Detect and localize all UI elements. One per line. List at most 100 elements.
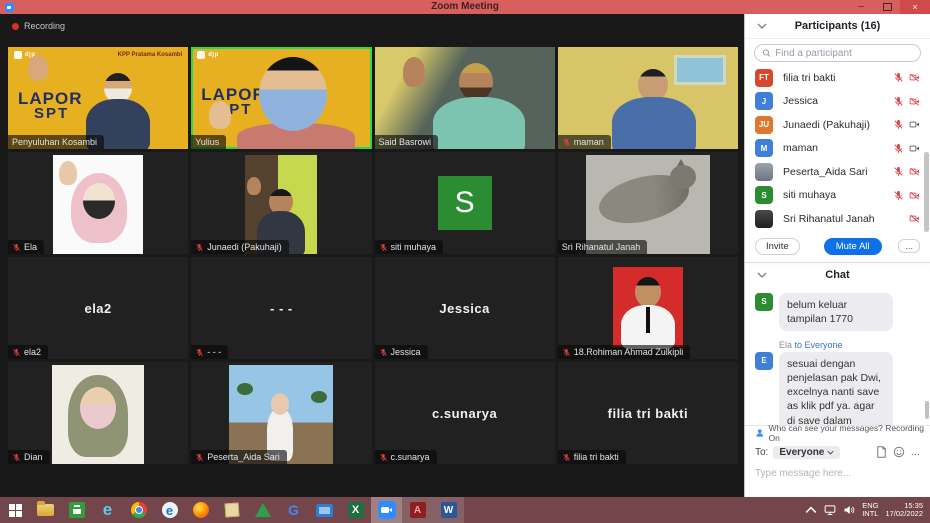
taskbar-file-explorer[interactable] bbox=[30, 497, 61, 523]
tile-display-name: c.sunarya bbox=[375, 362, 555, 464]
chevron-down-icon[interactable] bbox=[757, 23, 767, 29]
taskbar-zoom-active[interactable] bbox=[371, 497, 402, 523]
word-icon: W bbox=[441, 502, 457, 518]
more-options-button[interactable]: ... bbox=[898, 239, 920, 253]
taskbar-firefox[interactable] bbox=[185, 497, 216, 523]
chat-title: Chat bbox=[825, 269, 849, 281]
recipient-dropdown[interactable]: Everyone bbox=[773, 446, 840, 459]
djp-logo-icon: djp bbox=[197, 51, 219, 59]
chat-scrollbar[interactable] bbox=[925, 401, 929, 419]
muted-mic-icon bbox=[12, 453, 21, 462]
participant-name: filia tri bakti bbox=[783, 72, 836, 84]
notes-icon bbox=[224, 503, 239, 518]
taskbar-acrobat[interactable]: A bbox=[402, 497, 433, 523]
taskbar-remote-desktop[interactable] bbox=[309, 497, 340, 523]
avatar: JU bbox=[755, 116, 773, 134]
video-tile[interactable]: maman bbox=[558, 47, 738, 149]
video-tile[interactable]: ela2 ela2 bbox=[8, 257, 188, 359]
speaker-icon[interactable] bbox=[843, 504, 855, 516]
taskbar-microsoft-store[interactable] bbox=[61, 497, 92, 523]
video-tile[interactable]: Sri Rihanatul Janah bbox=[558, 152, 738, 254]
maximize-button[interactable] bbox=[874, 0, 900, 14]
minimize-button[interactable]: – bbox=[848, 0, 874, 14]
tile-display-name: - - - bbox=[191, 257, 371, 359]
taskbar-notes[interactable] bbox=[216, 497, 247, 523]
video-tile[interactable]: c.sunarya c.sunarya bbox=[375, 362, 555, 464]
video-tile[interactable]: 18.Rohiman Ahmad Zulkipli bbox=[558, 257, 738, 359]
participant-row[interactable]: Sri Rihanatul Janah bbox=[745, 207, 930, 231]
picture-frame bbox=[674, 55, 726, 85]
start-button[interactable] bbox=[0, 497, 30, 523]
taskbar-internet-explorer[interactable]: e bbox=[92, 497, 123, 523]
close-button[interactable]: × bbox=[900, 0, 930, 14]
mute-all-button[interactable]: Mute All bbox=[824, 238, 882, 255]
network-icon[interactable] bbox=[824, 504, 836, 516]
search-input[interactable] bbox=[775, 48, 913, 59]
file-explorer-icon bbox=[37, 504, 54, 516]
video-tile[interactable]: Ela bbox=[8, 152, 188, 254]
drive-icon bbox=[255, 503, 271, 517]
tile-name-label: siti muhaya bbox=[375, 240, 444, 254]
video-tile[interactable]: Said Basrowi bbox=[375, 47, 555, 149]
chat-sender-header: Ela to Everyone bbox=[779, 340, 922, 350]
chevron-down-icon[interactable] bbox=[757, 272, 767, 278]
chat-bubble: belum keluar tampilan 1770 bbox=[779, 293, 893, 331]
meeting-area: Recording djp KPP Pratama Kosambi LAPOR … bbox=[0, 14, 744, 497]
taskbar-word[interactable]: W bbox=[433, 497, 464, 523]
taskbar-chrome[interactable] bbox=[123, 497, 154, 523]
taskbar-excel[interactable]: X bbox=[340, 497, 371, 523]
video-off-icon bbox=[909, 213, 920, 224]
taskbar-drive[interactable] bbox=[247, 497, 278, 523]
participants-list: FT filia tri bakti J Jessica JU Junaedi … bbox=[745, 66, 930, 231]
video-tile[interactable]: djp KPP Pratama Kosambi LAPOR SPT Penyul… bbox=[8, 47, 188, 149]
message-input[interactable] bbox=[755, 468, 920, 479]
muted-mic-icon bbox=[893, 190, 904, 201]
muted-mic-icon bbox=[562, 453, 571, 462]
muted-mic-icon bbox=[562, 348, 571, 357]
tile-name-label: maman bbox=[558, 135, 611, 149]
muted-mic-icon bbox=[893, 143, 904, 154]
participant-row[interactable]: JU Junaedi (Pakuhaji) bbox=[745, 113, 930, 137]
participant-name: maman bbox=[783, 142, 818, 154]
meeting-sidebar: Participants (16) FT filia tri bakti J J… bbox=[744, 14, 930, 497]
file-attach-icon[interactable] bbox=[876, 446, 887, 458]
tray-chevron-up-icon[interactable] bbox=[805, 504, 817, 516]
language-indicator[interactable]: ENG INTL bbox=[862, 502, 878, 519]
chat-more-button[interactable]: ... bbox=[911, 446, 920, 458]
invite-button[interactable]: Invite bbox=[755, 238, 800, 255]
participant-row[interactable]: M maman bbox=[745, 137, 930, 161]
muted-mic-icon bbox=[195, 243, 204, 252]
video-tile[interactable]: S siti muhaya bbox=[375, 152, 555, 254]
video-tile[interactable]: Jessica Jessica bbox=[375, 257, 555, 359]
chat-header: Chat bbox=[745, 263, 930, 288]
avatar: S bbox=[755, 293, 773, 311]
video-tile[interactable]: Junaedi (Pakuhaji) bbox=[191, 152, 371, 254]
participant-row[interactable]: J Jessica bbox=[745, 90, 930, 114]
participant-name: siti muhaya bbox=[783, 189, 836, 201]
tile-display-name: filia tri bakti bbox=[558, 362, 738, 464]
muted-mic-icon bbox=[893, 119, 904, 130]
participant-row[interactable]: FT filia tri bakti bbox=[745, 66, 930, 90]
internet-explorer-icon: e bbox=[103, 500, 112, 520]
video-tile[interactable]: filia tri bakti filia tri bakti bbox=[558, 362, 738, 464]
window-titlebar: Zoom Meeting – × bbox=[0, 0, 930, 14]
video-tile[interactable]: - - - - - - bbox=[191, 257, 371, 359]
edge-icon: e bbox=[162, 502, 178, 518]
tile-name-label: Peserta_Aida Sari bbox=[191, 450, 287, 464]
participants-scrollbar[interactable] bbox=[924, 152, 929, 232]
video-tile[interactable]: Dian bbox=[8, 362, 188, 464]
google-icon: G bbox=[288, 502, 299, 518]
taskbar-google[interactable]: G bbox=[278, 497, 309, 523]
system-tray: ENG INTL 15:35 17/02/2022 bbox=[805, 502, 930, 519]
emoji-icon[interactable] bbox=[893, 446, 905, 458]
participant-search[interactable] bbox=[754, 44, 921, 62]
clock[interactable]: 15:35 17/02/2022 bbox=[885, 502, 923, 519]
avatar: E bbox=[755, 352, 773, 370]
video-tile[interactable]: Peserta_Aida Sari bbox=[191, 362, 371, 464]
taskbar-edge[interactable]: e bbox=[154, 497, 185, 523]
participant-row[interactable]: S siti muhaya bbox=[745, 184, 930, 208]
avatar: FT bbox=[755, 69, 773, 87]
video-tile-active-speaker[interactable]: djp LAPOR SPT Yulius bbox=[191, 47, 371, 149]
participant-row[interactable]: Peserta_Aida Sari bbox=[745, 160, 930, 184]
muted-mic-icon bbox=[893, 96, 904, 107]
